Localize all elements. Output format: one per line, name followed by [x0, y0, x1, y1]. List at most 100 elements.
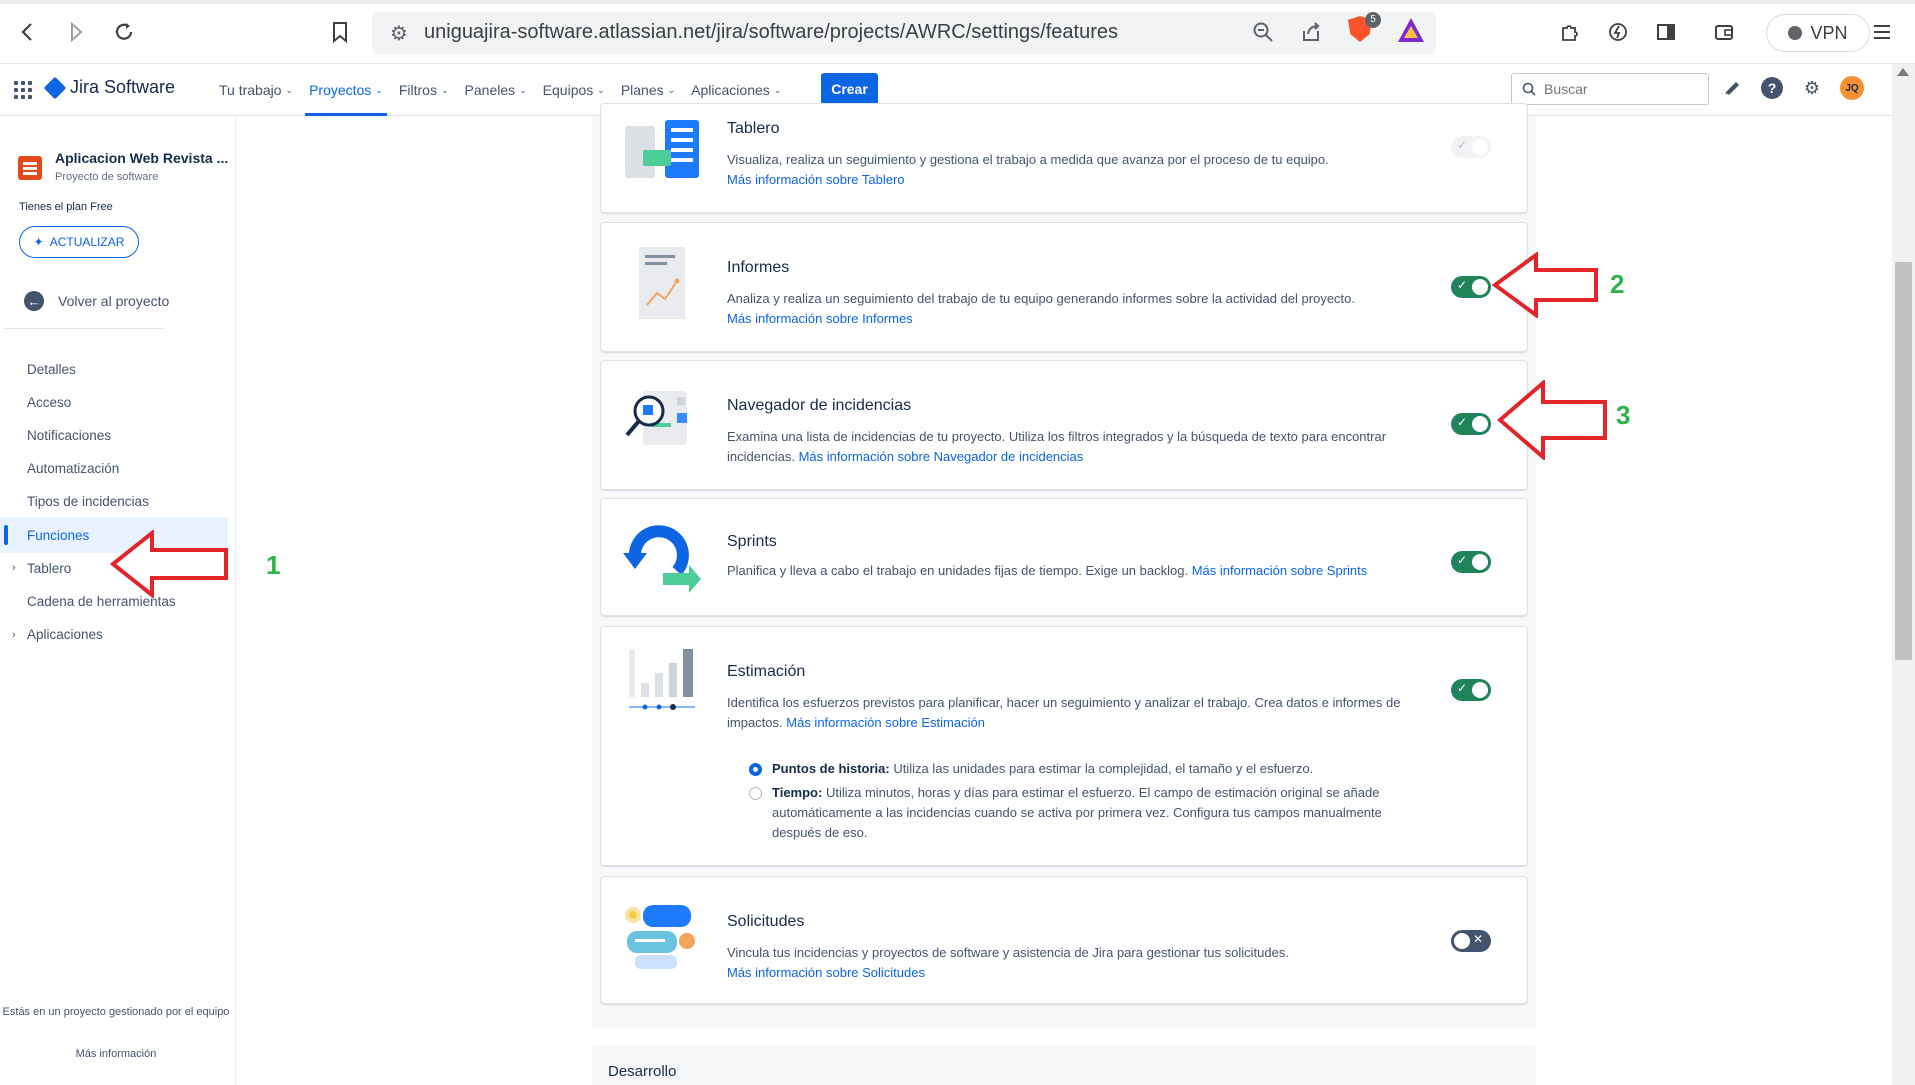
sidebar-icon[interactable] [1652, 18, 1680, 46]
feature-title: Navegador de incidencias [727, 397, 912, 414]
issue-navigator-illustration-icon [625, 391, 687, 445]
project-name[interactable]: Aplicacion Web Revista ... [55, 150, 228, 166]
feature-link[interactable]: Más información sobre Solicitudes [727, 965, 925, 980]
feature-toggle-estimacion[interactable]: ✓ [1451, 679, 1491, 701]
feature-card-estimacion: Estimación Identifica los esfuerzos prev… [600, 626, 1528, 866]
jira-app-name[interactable]: Jira Software [70, 77, 175, 98]
share-icon[interactable] [1300, 21, 1322, 49]
sidebar-item[interactable]: › Aplicaciones [0, 617, 228, 653]
annotation-arrow-3 [1497, 380, 1607, 460]
nav-item[interactable]: Proyectos ⌄ [301, 64, 391, 116]
radio-button[interactable] [749, 787, 762, 800]
plan-text: Tienes el plan Free [19, 201, 113, 213]
forward-icon[interactable] [62, 18, 90, 46]
annotation-arrow-2 [1492, 252, 1598, 318]
sidebar-item[interactable]: Automatización [0, 451, 228, 487]
notifications-icon[interactable] [1720, 76, 1744, 100]
project-avatar-icon [18, 156, 42, 180]
sidebar-footer-link[interactable]: Más información [0, 1046, 232, 1062]
feature-title: Solicitudes [727, 913, 805, 930]
chevron-right-icon[interactable]: › [12, 562, 16, 574]
sidebar-item[interactable]: Notificaciones [0, 417, 228, 453]
settings-gear-icon[interactable]: ⚙ [1800, 76, 1824, 100]
nav-item-label: Filtros [398, 82, 437, 98]
feature-desc-text: Visualiza, realiza un seguimiento y gest… [727, 152, 1329, 167]
feature-toggle-tablero[interactable]: ✓ [1451, 136, 1491, 158]
sidebar-item-label: Detalles [27, 361, 76, 377]
nav-item[interactable]: Paneles ⌄ [457, 64, 535, 116]
sidebar-item-label: Tipos de incidencias [27, 494, 149, 510]
feature-link[interactable]: Más información sobre Estimación [786, 715, 985, 730]
site-settings-icon[interactable]: ⚙ [390, 21, 408, 46]
feature-desc-text: Vincula tus incidencias y proyectos de s… [727, 945, 1289, 960]
url-text: uniguajira-software.atlassian.net/jira/s… [424, 21, 1119, 43]
zoom-icon[interactable] [1252, 21, 1274, 49]
feature-toggle-navegador[interactable]: ✓ [1451, 413, 1491, 435]
sidebar-item[interactable]: Detalles [0, 351, 228, 387]
feature-toggle-solicitudes[interactable]: ✕ [1451, 930, 1491, 952]
chevron-right-icon[interactable]: › [12, 629, 16, 641]
feature-link[interactable]: Más información sobre Tablero [727, 172, 905, 187]
vpn-button[interactable]: VPN [1766, 14, 1870, 52]
scrollbar-thumb[interactable] [1895, 262, 1912, 660]
feature-toggle-informes[interactable]: ✓ [1451, 276, 1491, 298]
app-switcher-icon[interactable] [14, 81, 32, 99]
back-to-project[interactable]: ← Volver al proyecto [24, 291, 169, 311]
toggle-knob [1454, 933, 1470, 949]
feature-card-tablero: Tablero Visualiza, realiza un seguimient… [600, 103, 1528, 213]
toggle-knob [1472, 279, 1488, 295]
sidebar-footer-text: Estás en un proyecto gestionado por el e… [2, 1006, 230, 1018]
leo-icon[interactable] [1604, 18, 1632, 46]
feature-link[interactable]: Más información sobre Informes [727, 311, 913, 326]
sprints-illustration-icon [623, 525, 701, 593]
feature-title: Sprints [727, 533, 777, 550]
scroll-up-arrow-icon[interactable] [1897, 68, 1909, 76]
radio-button[interactable] [749, 763, 762, 776]
upgrade-label: ACTUALIZAR [49, 235, 125, 249]
wallet-icon[interactable] [1710, 18, 1738, 46]
browser-toolbar: ⚙ uniguajira-software.atlassian.net/jira… [0, 0, 1915, 64]
upgrade-button[interactable]: ✦ ACTUALIZAR [19, 226, 139, 258]
feature-card-sprints: Sprints Planifica y lleva a cabo el trab… [600, 498, 1528, 616]
estimation-option-time[interactable]: Tiempo: Utiliza minutos, horas y días pa… [749, 783, 1389, 843]
reload-icon[interactable] [110, 18, 138, 46]
nav-item[interactable]: Filtros ⌄ [391, 64, 457, 116]
feature-desc-text: Analiza y realiza un seguimiento del tra… [727, 291, 1355, 306]
menu-icon[interactable] [1868, 18, 1896, 46]
help-icon[interactable]: ? [1761, 77, 1783, 99]
feature-desc: Vincula tus incidencias y proyectos de s… [727, 943, 1407, 983]
feature-link[interactable]: Más información sobre Sprints [1192, 563, 1368, 578]
sidebar-item[interactable]: Tipos de incidencias [0, 484, 228, 520]
bookmark-icon[interactable] [326, 18, 354, 46]
nav-item[interactable]: Tu trabajo ⌄ [211, 64, 301, 116]
annotation-arrow-1 [110, 530, 228, 598]
chevron-down-icon: ⌄ [597, 84, 605, 95]
brave-shield-count: 5 [1365, 12, 1381, 28]
address-bar[interactable]: ⚙ uniguajira-software.atlassian.net/jira… [372, 12, 1436, 54]
sidebar-item-label: Tablero [27, 560, 72, 576]
feature-desc: Visualiza, realiza un seguimiento y gest… [727, 150, 1407, 190]
search-input[interactable] [1544, 81, 1694, 97]
create-button[interactable]: Crear [821, 73, 878, 105]
user-avatar[interactable]: JQ [1840, 76, 1864, 100]
back-icon[interactable] [14, 18, 42, 46]
sidebar-item-label: Automatización [27, 461, 120, 477]
nav-item-label: Proyectos [309, 82, 372, 98]
feature-card-informes: Informes Analiza y realiza un seguimient… [600, 222, 1528, 352]
jira-logo-icon[interactable] [43, 76, 67, 100]
estimation-option-story-points[interactable]: Puntos de historia: Utiliza las unidades… [749, 759, 1389, 779]
extensions-icon[interactable] [1556, 18, 1584, 46]
chevron-down-icon: ⌄ [667, 84, 676, 95]
annotation-number-3: 3 [1616, 400, 1631, 430]
annotation-number-1: 1 [266, 550, 281, 580]
sidebar-item-label: Notificaciones [27, 427, 112, 443]
brave-rewards-icon[interactable] [1398, 18, 1424, 42]
feature-title: Tablero [727, 120, 780, 137]
sidebar-item[interactable]: Acceso [0, 384, 228, 420]
feature-link[interactable]: Más información sobre Navegador de incid… [799, 449, 1084, 464]
search-box[interactable] [1511, 73, 1709, 105]
chevron-down-icon: ⌄ [285, 84, 294, 95]
feature-toggle-sprints[interactable]: ✓ [1451, 551, 1491, 573]
check-icon: ✓ [1457, 681, 1468, 695]
cross-icon: ✕ [1473, 932, 1484, 946]
